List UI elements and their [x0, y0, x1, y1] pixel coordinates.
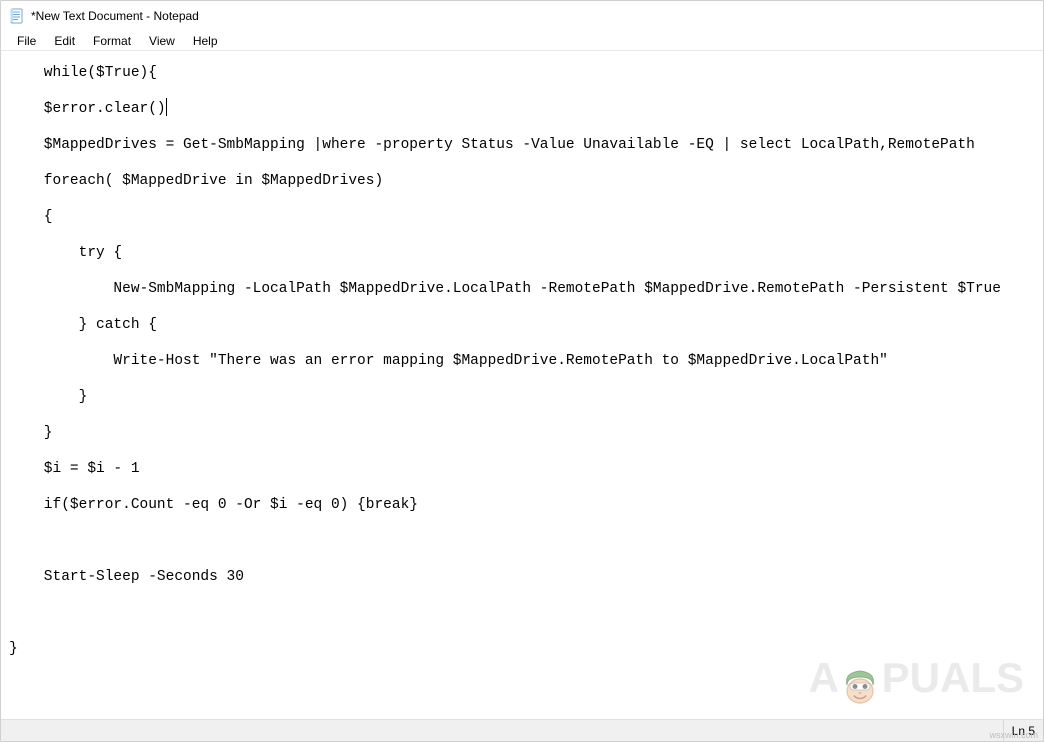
credit-text: wsxwin.com	[989, 730, 1038, 740]
menu-file[interactable]: File	[9, 33, 44, 49]
menu-help[interactable]: Help	[185, 33, 226, 49]
text-editor[interactable]: while($True){ $error.clear() $MappedDriv…	[1, 51, 1043, 719]
menu-edit[interactable]: Edit	[46, 33, 83, 49]
menu-view[interactable]: View	[141, 33, 183, 49]
notepad-icon	[9, 8, 25, 24]
title-bar: *New Text Document - Notepad	[1, 1, 1043, 31]
menu-format[interactable]: Format	[85, 33, 139, 49]
window-title: *New Text Document - Notepad	[31, 9, 199, 23]
menu-bar: File Edit Format View Help	[1, 31, 1043, 51]
status-bar: Ln 5	[1, 719, 1043, 741]
notepad-window: *New Text Document - Notepad File Edit F…	[0, 0, 1044, 742]
